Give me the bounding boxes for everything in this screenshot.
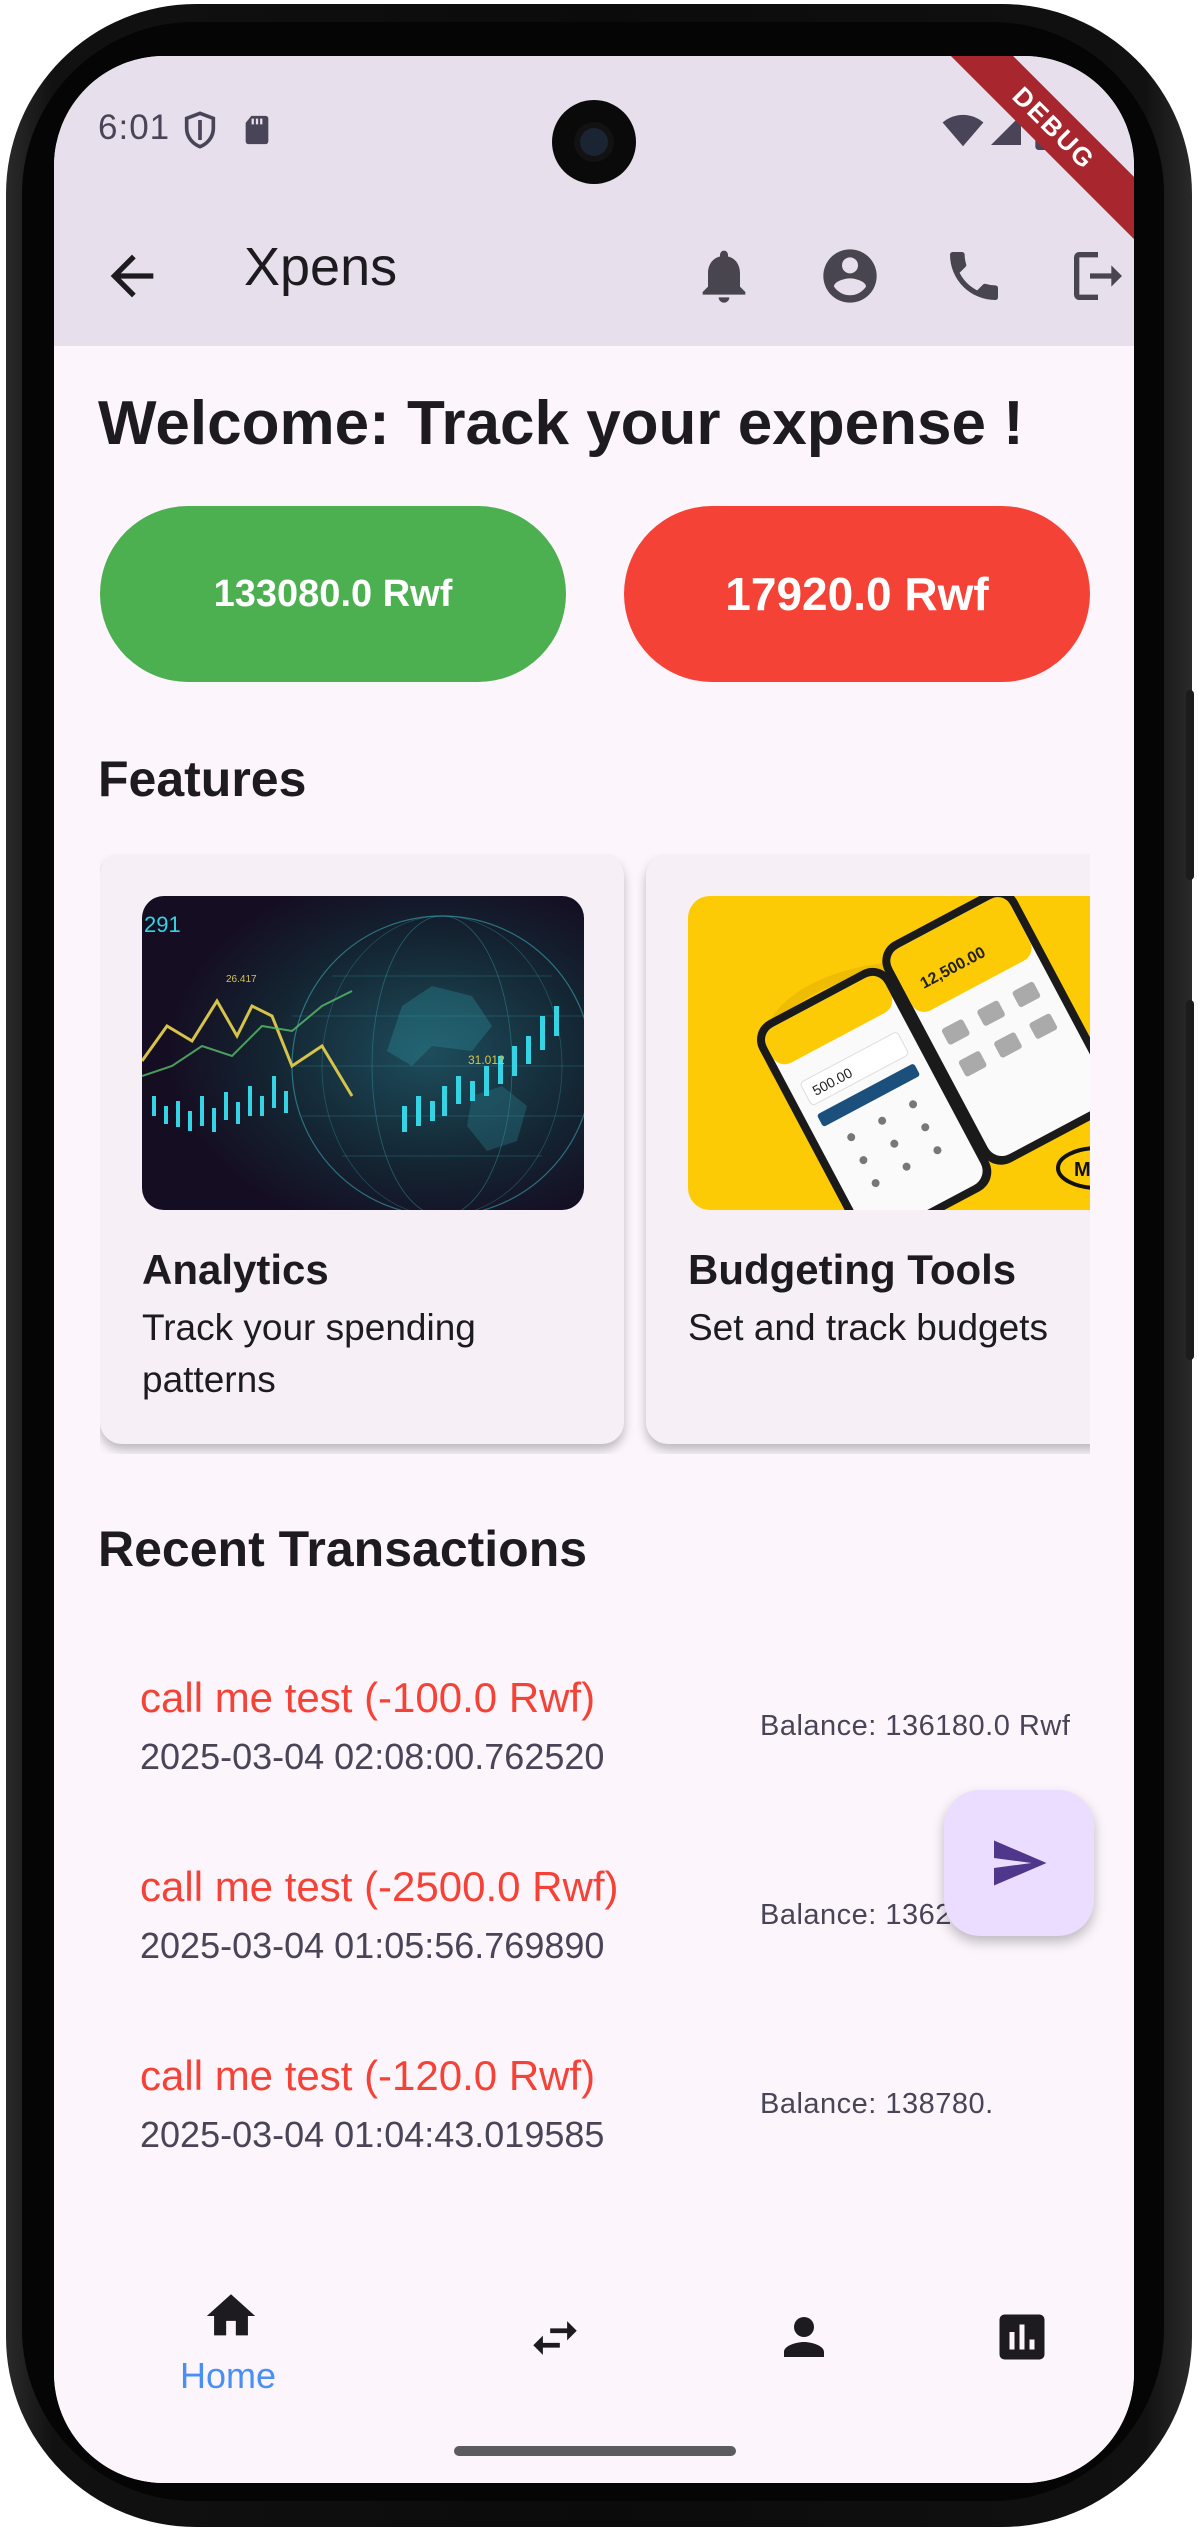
transaction-item[interactable]: call me test (-2500.0 Rwf) 2025-03-04 01…: [140, 1863, 1080, 2013]
chart-label-1: 291: [144, 912, 181, 937]
transaction-amount: call me test (-100.0 Rwf): [140, 1674, 596, 1721]
income-balance-button[interactable]: 133080.0 Rwf: [100, 506, 566, 682]
shield-icon: [184, 111, 216, 149]
chart-label-3: 26.417: [226, 974, 257, 985]
expense-balance-button[interactable]: 17920.0 Rwf: [624, 506, 1090, 682]
transaction-amount: call me test (-2500.0 Rwf): [140, 1863, 619, 1910]
person-icon: [784, 2317, 824, 2357]
power-button: [1186, 690, 1194, 880]
chart-label-2: 31.012: [468, 1053, 505, 1067]
feature-title: Budgeting Tools: [688, 1246, 1017, 1293]
feature-title: Analytics: [142, 1246, 329, 1293]
send-fab[interactable]: [944, 1790, 1094, 1936]
swap-arrows-icon: [533, 2321, 577, 2355]
transaction-item[interactable]: call me test (-100.0 Rwf) 2025-03-04 02:…: [140, 1674, 1080, 1824]
features-carousel[interactable]: 291 31.012 26.417 Analytics Track your s…: [100, 854, 1090, 1454]
account-circle-icon[interactable]: [818, 244, 882, 308]
income-balance-label: 133080.0 Rwf: [213, 572, 453, 615]
nav-home[interactable]: Home: [54, 2263, 324, 2423]
volume-button: [1186, 1000, 1194, 1360]
expense-balance-label: 17920.0 Rwf: [725, 568, 989, 620]
back-arrow-icon[interactable]: [100, 244, 164, 308]
sd-card-icon: [245, 115, 269, 145]
analytics-image: 291 31.012 26.417: [142, 896, 584, 1210]
logout-icon[interactable]: [1066, 244, 1130, 308]
transaction-item[interactable]: call me test (-120.0 Rwf) 2025-03-04 01:…: [140, 2052, 1080, 2202]
budgeting-image: 500.00 12,500.00 M: [688, 896, 1090, 1210]
bar-chart-icon: [999, 2314, 1045, 2360]
bell-icon[interactable]: [692, 244, 756, 308]
transaction-date: 2025-03-04 02:08:00.762520: [140, 1736, 605, 1777]
front-camera: [552, 100, 636, 184]
screen: 6:01 DEBUG Xpens Welcome: Track your exp…: [54, 56, 1134, 2483]
nav-transactions[interactable]: [484, 2263, 634, 2423]
wifi-icon: [942, 114, 984, 147]
feature-description: Track your spending patterns: [142, 1307, 476, 1400]
nav-profile[interactable]: [734, 2263, 884, 2423]
nav-home-label: Home: [180, 2355, 277, 2396]
feature-card-analytics[interactable]: 291 31.012 26.417 Analytics Track your s…: [100, 854, 624, 1444]
transaction-balance: Balance: 138780.: [760, 2088, 994, 2120]
status-time: 6:01: [98, 108, 171, 147]
recent-transactions-title: Recent Transactions: [98, 1521, 588, 1577]
transaction-date: 2025-03-04 01:05:56.769890: [140, 1925, 605, 1966]
send-icon: [994, 1840, 1047, 1886]
transaction-date: 2025-03-04 01:04:43.019585: [140, 2114, 605, 2155]
home-indicator[interactable]: [454, 2446, 736, 2456]
feature-description: Set and track budgets: [688, 1307, 1048, 1348]
main-content: Welcome: Track your expense ! 133080.0 R…: [54, 346, 1134, 2263]
feature-card-budgeting[interactable]: 500.00 12,500.00 M Budgeting Tools Set a…: [646, 854, 1090, 1444]
phone-icon[interactable]: [942, 244, 1006, 308]
debug-banner: DEBUG: [932, 56, 1134, 250]
top-bar: 6:01 DEBUG Xpens: [54, 56, 1134, 346]
welcome-heading: Welcome: Track your expense !: [98, 389, 1024, 458]
features-title: Features: [98, 751, 307, 807]
transaction-amount: call me test (-120.0 Rwf): [140, 2052, 596, 2099]
home-icon: [206, 2294, 256, 2336]
transaction-balance: Balance: 136180.0 Rwf: [760, 1710, 1071, 1742]
nav-reports[interactable]: [964, 2263, 1114, 2423]
mtn-logo: MTN: [1074, 1159, 1090, 1181]
app-title: Xpens: [244, 237, 398, 297]
